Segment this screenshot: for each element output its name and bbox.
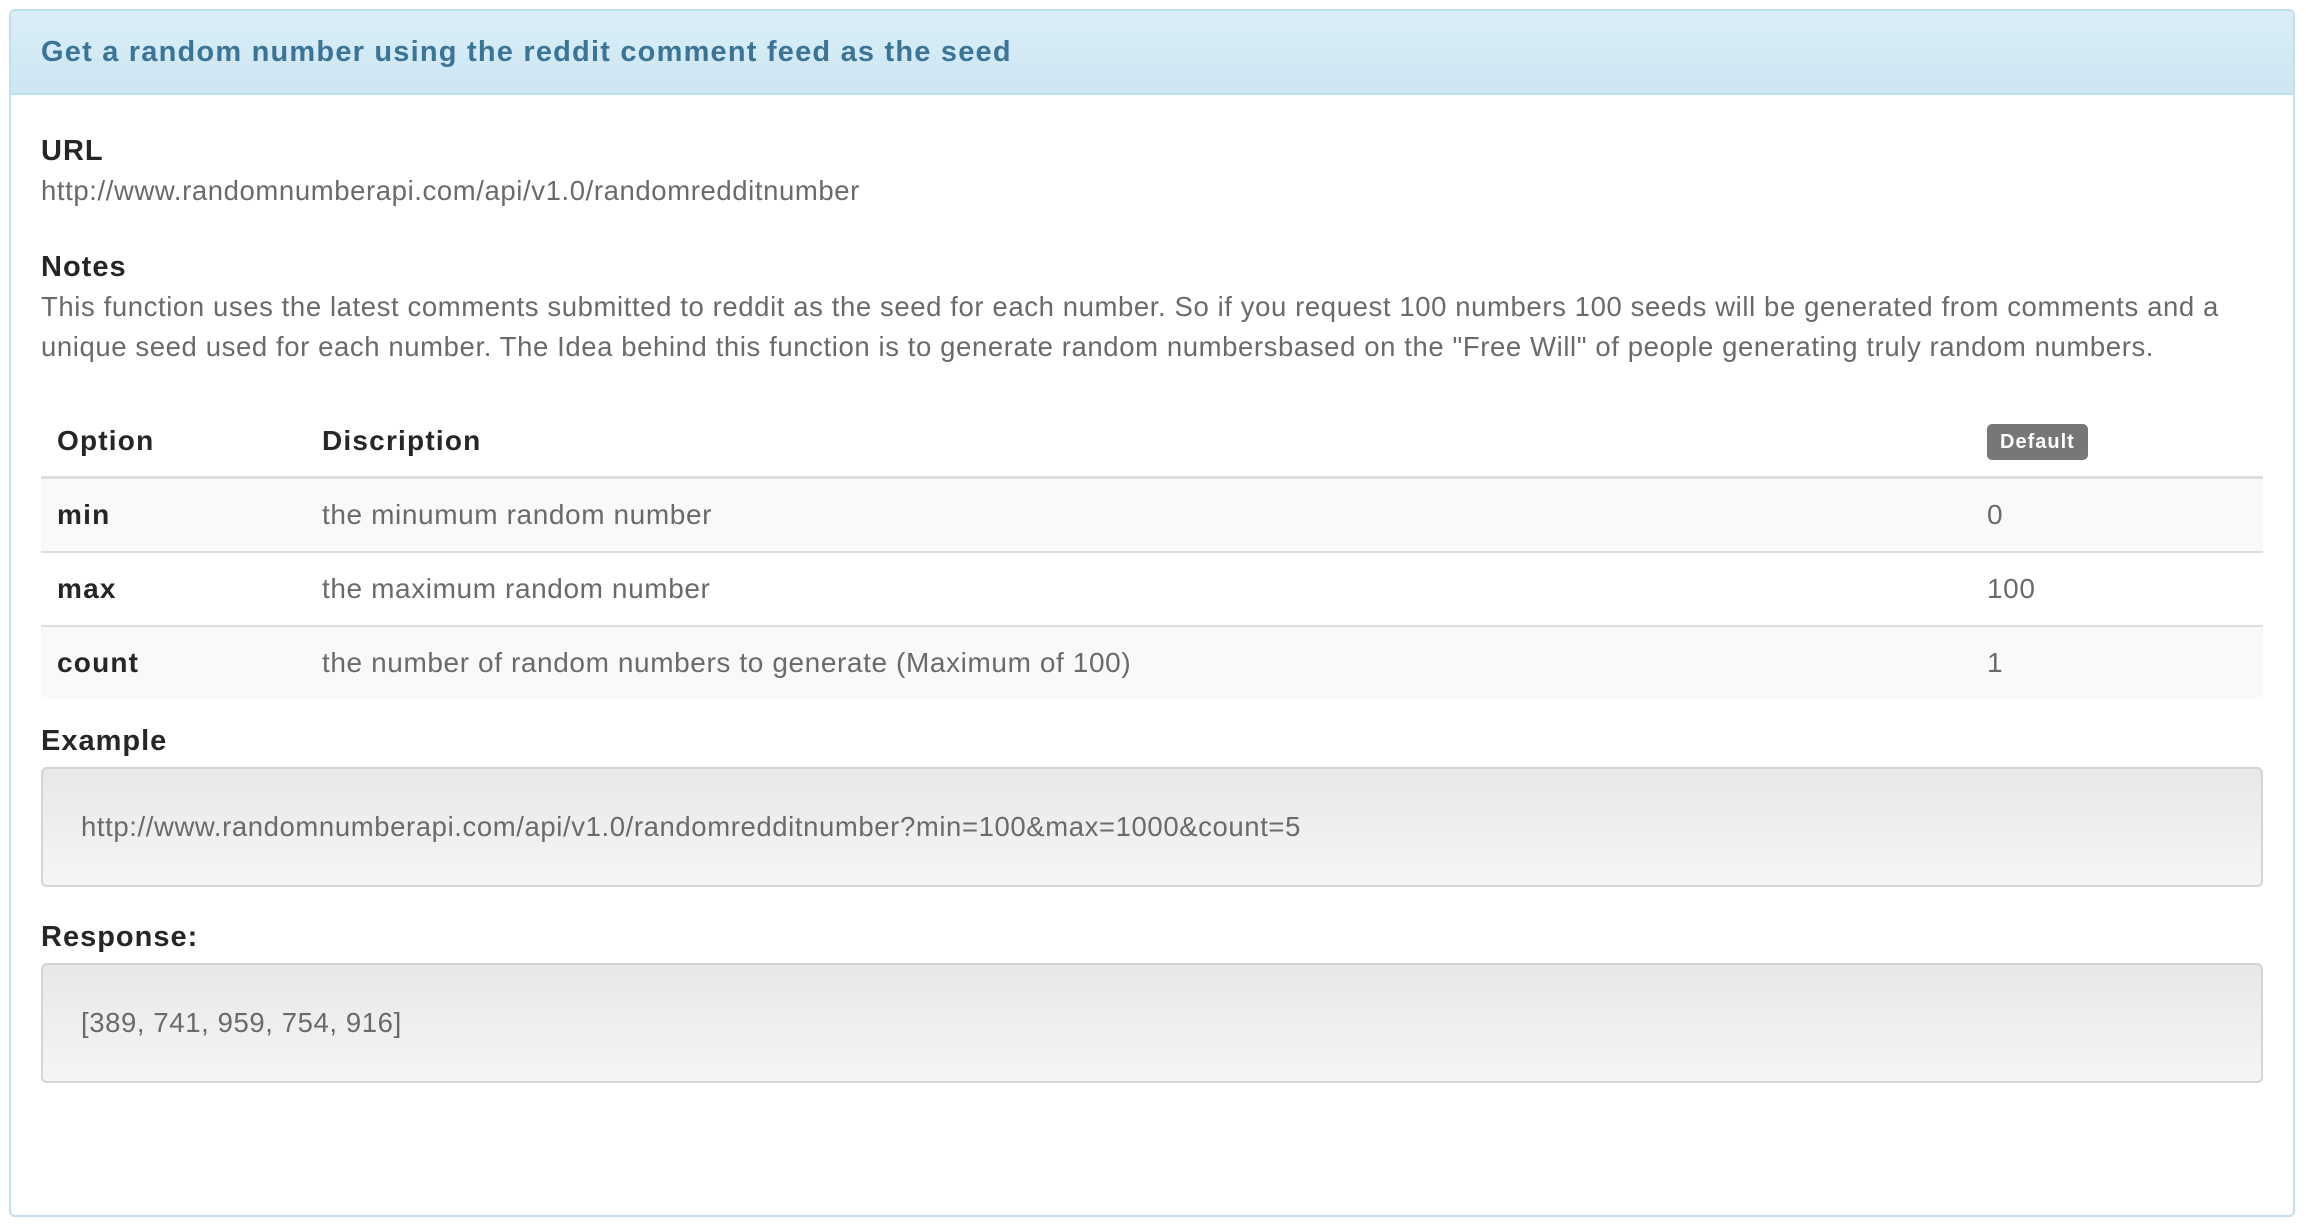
- example-url: http://www.randomnumberapi.com/api/v1.0/…: [81, 811, 1301, 842]
- options-table: Option Discription Default min the minum…: [41, 406, 2263, 699]
- response-value: [389, 741, 959, 754, 916]: [81, 1007, 402, 1038]
- panel-heading: Get a random number using the reddit com…: [11, 11, 2293, 95]
- option-default: 0: [1971, 476, 2263, 552]
- option-description: the maximum random number: [306, 551, 1971, 626]
- panel-title: Get a random number using the reddit com…: [41, 35, 1012, 68]
- response-code-well: [389, 741, 959, 754, 916]: [41, 963, 2263, 1083]
- default-column-header: Default: [1971, 406, 2263, 479]
- option-description: the number of random numbers to generate…: [306, 625, 1971, 699]
- description-column-header: Discription: [306, 406, 1971, 479]
- notes-section: Notes This function uses the latest comm…: [41, 247, 2263, 367]
- url-value: http://www.randomnumberapi.com/api/v1.0/…: [41, 175, 860, 206]
- response-label: Response:: [41, 921, 199, 953]
- notes-label: Notes: [41, 251, 127, 283]
- url-section: URL http://www.randomnumberapi.com/api/v…: [41, 131, 2263, 211]
- option-description: the minumum random number: [306, 476, 1971, 552]
- url-label: URL: [41, 135, 104, 167]
- default-badge: Default: [1987, 423, 2088, 460]
- table-row: count the number of random numbers to ge…: [41, 625, 2263, 699]
- option-name: min: [41, 476, 306, 552]
- panel-body: URL http://www.randomnumberapi.com/api/v…: [11, 131, 2293, 1083]
- example-label: Example: [41, 725, 168, 757]
- notes-text: This function uses the latest comments s…: [41, 291, 2219, 362]
- table-row: max the maximum random number 100: [41, 551, 2263, 626]
- option-name: count: [41, 625, 306, 699]
- example-code-well: http://www.randomnumberapi.com/api/v1.0/…: [41, 767, 2263, 887]
- option-default: 1: [1971, 625, 2263, 699]
- table-row: min the minumum random number 0: [41, 476, 2263, 552]
- options-table-header-row: Option Discription Default: [41, 406, 2263, 479]
- option-name: max: [41, 551, 306, 626]
- option-default: 100: [1971, 551, 2263, 626]
- option-column-header: Option: [41, 406, 306, 479]
- api-endpoint-panel: Get a random number using the reddit com…: [9, 9, 2295, 1217]
